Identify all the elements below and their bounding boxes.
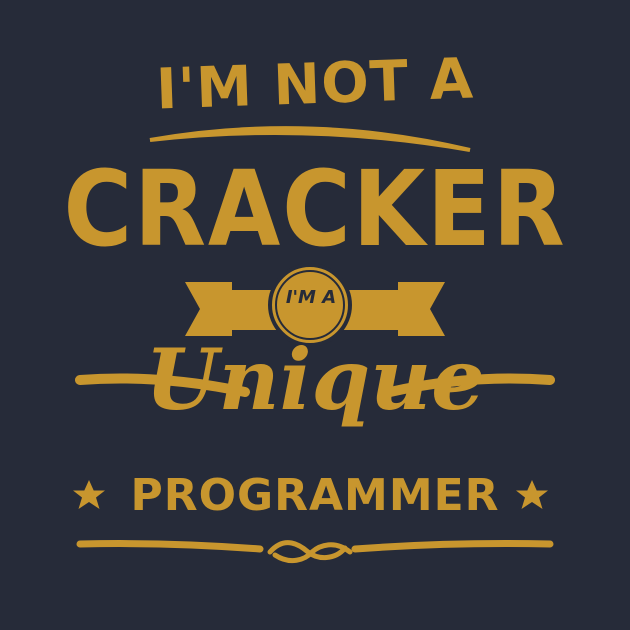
- right-flourish-line: [351, 540, 554, 553]
- badge-label: I'M A: [285, 287, 337, 308]
- top-swoosh: [149, 126, 471, 152]
- left-flourish-line: [76, 540, 264, 553]
- headline-unique: Unique: [145, 330, 485, 429]
- headline-programmer: PROGRAMMER: [130, 470, 500, 521]
- headline-cracker: CRACKER: [63, 148, 567, 270]
- flourish-ornament-icon: [267, 540, 353, 564]
